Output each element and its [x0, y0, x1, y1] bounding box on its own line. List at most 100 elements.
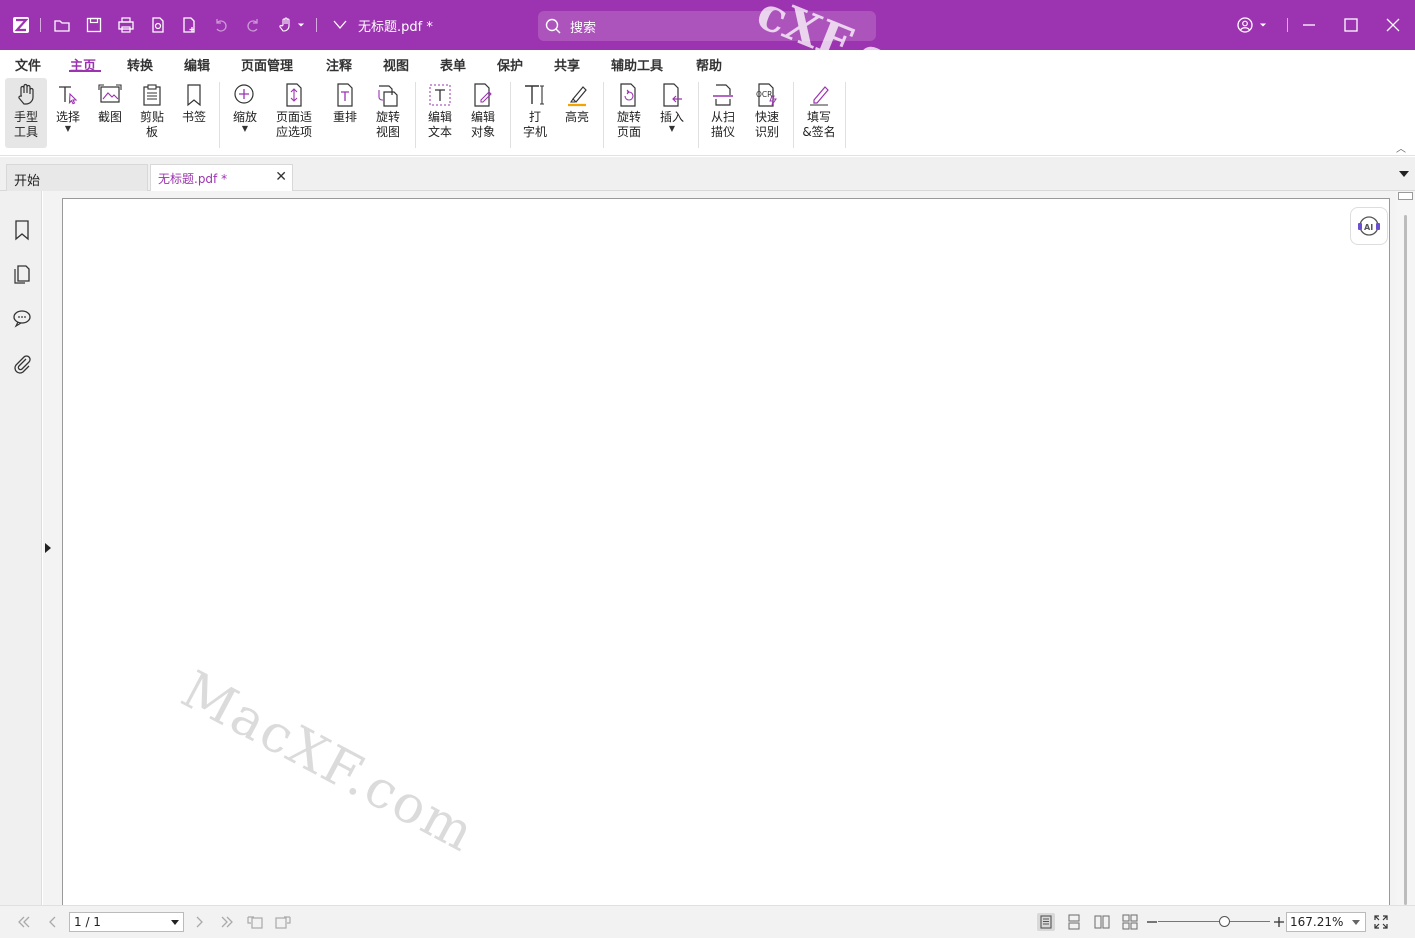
- reflow-icon: [337, 83, 353, 107]
- next-page-icon[interactable]: [190, 913, 208, 931]
- account-icon[interactable]: [1233, 13, 1257, 37]
- undo-icon[interactable]: [209, 13, 233, 37]
- page-fit-icon: [286, 83, 302, 107]
- quick-access-dropdown-icon[interactable]: [294, 13, 308, 37]
- open-folder-icon[interactable]: [50, 13, 74, 37]
- menu-view[interactable]: 视图: [383, 55, 409, 74]
- menu-file[interactable]: 文件: [15, 55, 41, 74]
- continuous-facing-view-icon[interactable]: [1121, 913, 1139, 931]
- ocr-icon: OCR: [756, 83, 777, 107]
- screenshot-button[interactable]: 截图: [92, 78, 128, 148]
- bookmark-label: 书签: [181, 110, 206, 124]
- edit-text-button[interactable]: 编辑 文本: [421, 78, 459, 148]
- rotate-view-button[interactable]: 旋转 视图: [366, 78, 410, 148]
- zoom-in-small-icon[interactable]: [1270, 913, 1284, 931]
- tab-start[interactable]: 开始: [6, 164, 148, 191]
- fill-sign-icon: [810, 86, 829, 106]
- tab-doc-label: 无标题.pdf *: [158, 172, 228, 186]
- single-page-view-icon[interactable]: [1037, 913, 1055, 931]
- clipboard-button[interactable]: 剪贴 板: [133, 78, 171, 148]
- expand-panel-arrow-icon[interactable]: [45, 543, 51, 553]
- maximize-icon[interactable]: [1339, 13, 1363, 37]
- menu-page-management[interactable]: 页面管理: [241, 55, 293, 74]
- split-view-handle[interactable]: [1398, 192, 1413, 200]
- status-bar: 1 / 1 167.21%: [0, 905, 1415, 938]
- edit-object-button[interactable]: 编辑 对象: [462, 78, 504, 148]
- close-tab-icon[interactable]: ✕: [275, 169, 287, 185]
- zoom-level-input[interactable]: 167.21%: [1286, 912, 1366, 932]
- tab-list-dropdown-icon[interactable]: [1399, 171, 1409, 177]
- typewriter-button[interactable]: 打 字机: [516, 78, 554, 148]
- rotate-page-icon: [620, 83, 636, 107]
- menu-help[interactable]: 帮助: [696, 55, 722, 74]
- fill-sign-label: 填写 &签名: [802, 110, 836, 139]
- rotate-page-label: 旋转 页面: [616, 110, 641, 139]
- previous-view-icon[interactable]: [246, 913, 264, 931]
- first-page-icon[interactable]: [15, 913, 33, 931]
- new-document-icon[interactable]: [177, 13, 201, 37]
- ai-assistant-button[interactable]: AI: [1350, 207, 1388, 245]
- menu-comment[interactable]: 注释: [326, 55, 352, 74]
- page-number-input[interactable]: 1 / 1: [69, 912, 184, 932]
- attachments-panel-icon[interactable]: [11, 353, 33, 375]
- hand-tool-button[interactable]: 手型 工具: [5, 78, 47, 148]
- page-fit-button[interactable]: 页面适 应选项: [268, 78, 320, 148]
- quick-ocr-button[interactable]: OCR 快速 识别: [747, 78, 787, 148]
- highlight-button[interactable]: 高亮: [558, 78, 596, 148]
- typewriter-label: 打 字机: [522, 110, 547, 139]
- bookmark-button[interactable]: 书签: [176, 78, 212, 148]
- document-title: 无标题.pdf *: [358, 20, 433, 35]
- search-input[interactable]: 搜索: [538, 11, 876, 41]
- vertical-scrollbar-thumb[interactable]: [1404, 215, 1407, 905]
- highlight-icon: [568, 86, 587, 107]
- select-button[interactable]: 选择 ▼: [50, 78, 86, 148]
- print-preview-icon[interactable]: [146, 13, 170, 37]
- menu-bar: 文件 主页 转换 编辑 页面管理 注释 视图 表单 保护 共享 辅助工具 帮助: [0, 50, 1415, 76]
- rotate-page-button[interactable]: 旋转 页面: [608, 78, 650, 148]
- edit-text-icon: [429, 84, 451, 106]
- zoom-level-value: 167.21%: [1290, 915, 1344, 929]
- zoom-slider-handle[interactable]: [1219, 916, 1230, 927]
- pages-panel-icon[interactable]: [11, 263, 33, 285]
- menu-form[interactable]: 表单: [440, 55, 466, 74]
- fullscreen-icon[interactable]: [1372, 913, 1390, 931]
- print-icon[interactable]: [114, 13, 138, 37]
- edit-object-icon: [474, 83, 492, 107]
- minimize-icon[interactable]: [1297, 13, 1321, 37]
- bookmarks-panel-icon[interactable]: [11, 219, 33, 241]
- collapse-ribbon-icon[interactable]: ︿: [1396, 140, 1406, 155]
- zoom-button[interactable]: 缩放 ▼: [226, 78, 264, 148]
- typewriter-icon: [525, 85, 544, 105]
- account-dropdown-icon[interactable]: [1256, 13, 1270, 37]
- redo-icon[interactable]: [241, 13, 265, 37]
- from-scanner-button[interactable]: 从扫 描仪: [703, 78, 743, 148]
- fill-sign-button[interactable]: 填写 &签名: [798, 78, 840, 148]
- select-text-icon: [59, 86, 78, 105]
- previous-page-icon[interactable]: [44, 913, 62, 931]
- customize-quick-access-icon[interactable]: [328, 13, 352, 37]
- app-logo-icon[interactable]: [9, 13, 33, 37]
- menu-share[interactable]: 共享: [554, 55, 580, 74]
- close-window-icon[interactable]: [1381, 13, 1405, 37]
- save-icon[interactable]: [82, 13, 106, 37]
- zoom-slider-track[interactable]: [1158, 921, 1270, 922]
- select-label: 选择: [55, 110, 80, 124]
- menu-edit[interactable]: 编辑: [184, 55, 210, 74]
- comments-panel-icon[interactable]: [11, 307, 33, 329]
- reflow-button[interactable]: 重排: [326, 78, 364, 148]
- search-icon: [545, 18, 561, 34]
- page-dropdown-icon: [171, 920, 179, 925]
- page-number-value: 1 / 1: [74, 915, 101, 929]
- edit-text-label: 编辑 文本: [427, 110, 452, 139]
- last-page-icon[interactable]: [218, 913, 236, 931]
- zoom-out-icon[interactable]: [1143, 913, 1157, 931]
- menu-accessibility[interactable]: 辅助工具: [611, 55, 663, 74]
- continuous-view-icon[interactable]: [1065, 913, 1083, 931]
- facing-view-icon[interactable]: [1093, 913, 1111, 931]
- next-view-icon[interactable]: [274, 913, 292, 931]
- pdf-page[interactable]: [62, 198, 1390, 908]
- insert-button[interactable]: 插入 ▼: [654, 78, 690, 148]
- tab-untitled-pdf[interactable]: 无标题.pdf * ✕: [150, 164, 293, 191]
- menu-convert[interactable]: 转换: [127, 55, 153, 74]
- menu-protect[interactable]: 保护: [497, 55, 523, 74]
